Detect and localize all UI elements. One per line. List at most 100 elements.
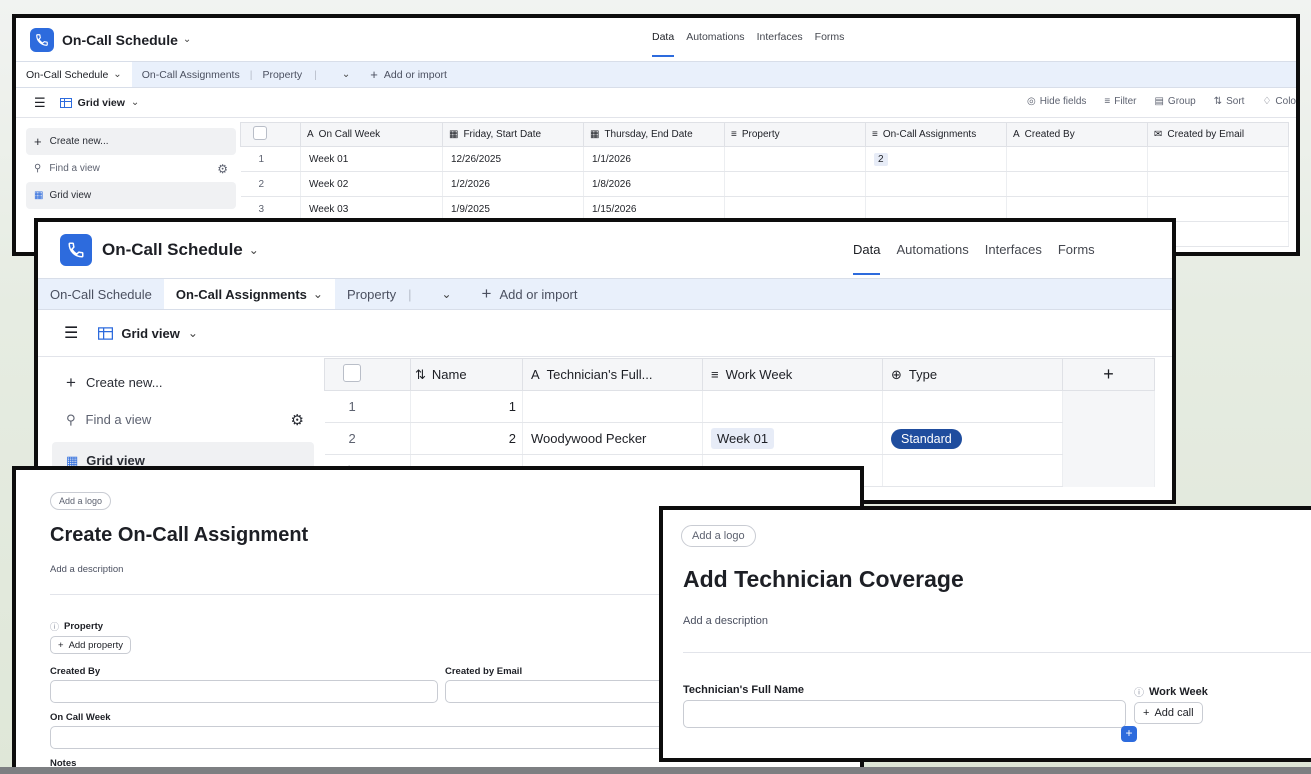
cell-assignments[interactable] bbox=[865, 171, 1007, 197]
find-view-input[interactable]: ⚲ Find a view ⚙ bbox=[26, 155, 236, 182]
tab-on-call-assignments[interactable]: On-Call Assignments bbox=[132, 62, 250, 87]
cell-property[interactable] bbox=[724, 146, 866, 172]
add-property-button[interactable]: + Add property bbox=[50, 636, 131, 654]
column-header[interactable]: A On Call Week bbox=[300, 122, 443, 147]
cell-name[interactable]: 2 bbox=[410, 422, 523, 455]
nav-automations[interactable]: Automations bbox=[686, 31, 744, 43]
created-by-input[interactable] bbox=[50, 680, 438, 703]
cell-type[interactable]: Standard bbox=[882, 422, 1063, 455]
add-field-handle-icon[interactable]: + bbox=[1121, 726, 1137, 742]
linked-record-count[interactable]: 2 bbox=[874, 152, 888, 166]
chevron-down-icon[interactable]: ⌄ bbox=[188, 326, 198, 340]
add-call-button[interactable]: + Add call bbox=[1134, 702, 1203, 724]
chevron-down-icon[interactable]: ⌄ bbox=[131, 97, 139, 108]
form-description[interactable]: Add a description bbox=[683, 615, 768, 627]
create-new-button[interactable]: + Create new... bbox=[52, 364, 314, 401]
column-header[interactable]: ≡ On-Call Assignments bbox=[865, 122, 1007, 147]
column-header[interactable]: A Technician's Full... bbox=[522, 358, 703, 391]
tab-property[interactable]: Property | bbox=[335, 279, 424, 309]
cell-week[interactable] bbox=[702, 390, 883, 423]
group-button[interactable]: ▤ Group bbox=[1154, 96, 1195, 107]
table-row[interactable]: 1 Week 01 12/26/2025 1/1/2026 2 bbox=[240, 146, 1289, 172]
sort-button[interactable]: ⇅ Sort bbox=[1214, 96, 1245, 107]
cell-tech[interactable] bbox=[522, 390, 703, 423]
column-header[interactable]: ▦ Friday, Start Date bbox=[442, 122, 584, 147]
linked-record-chip[interactable]: Week 01 bbox=[711, 428, 775, 449]
column-header[interactable]: ⇅ Name bbox=[410, 358, 523, 391]
column-header[interactable]: ✉ Created by Email bbox=[1147, 122, 1289, 147]
chevron-down-icon[interactable]: ⌄ bbox=[113, 69, 121, 80]
form-description[interactable]: Add a description bbox=[50, 564, 123, 575]
cell-created-by[interactable] bbox=[1006, 171, 1148, 197]
more-tables-button[interactable]: ⌄ bbox=[327, 62, 360, 87]
app-title[interactable]: On-Call Schedule bbox=[62, 32, 178, 48]
nav-data[interactable]: Data bbox=[853, 242, 881, 275]
cell-start[interactable]: 1/2/2026 bbox=[442, 171, 584, 197]
column-header[interactable]: ⊕ Type bbox=[882, 358, 1063, 391]
find-view-input[interactable]: ⚲ Find a view ⚙ bbox=[52, 401, 314, 438]
select-all[interactable] bbox=[240, 122, 301, 147]
chevron-down-icon[interactable]: ⌄ bbox=[183, 34, 191, 45]
cell-created-email[interactable] bbox=[1147, 171, 1289, 197]
cell-end[interactable]: 1/8/2026 bbox=[583, 171, 725, 197]
column-header[interactable]: ▦ Thursday, End Date bbox=[583, 122, 725, 147]
tab-property[interactable]: Property | bbox=[252, 62, 326, 87]
form-title[interactable]: Create On-Call Assignment bbox=[50, 524, 308, 547]
hamburger-icon[interactable]: ☰ bbox=[64, 323, 78, 343]
column-header[interactable]: ≡ Work Week bbox=[702, 358, 883, 391]
view-name[interactable]: Grid view bbox=[78, 97, 125, 109]
form-title[interactable]: Add Technician Coverage bbox=[683, 566, 964, 593]
table-row[interactable]: 2 2 Woodywood Pecker Week 01 Standard bbox=[324, 422, 1155, 455]
add-logo-button[interactable]: Add a logo bbox=[50, 492, 112, 510]
nav-data[interactable]: Data bbox=[652, 31, 675, 57]
cell-name[interactable]: 1 bbox=[410, 390, 523, 423]
cell-property[interactable] bbox=[724, 171, 866, 197]
more-tables-button[interactable]: ⌄ bbox=[423, 279, 463, 309]
nav-automations[interactable]: Automations bbox=[896, 242, 968, 257]
nav-forms[interactable]: Forms bbox=[815, 31, 845, 43]
cell-created-email[interactable] bbox=[1147, 146, 1289, 172]
bottom-scrollbar[interactable] bbox=[0, 767, 1311, 774]
add-logo-button[interactable]: Add a logo bbox=[681, 525, 756, 547]
cell-week[interactable]: Week 02 bbox=[300, 171, 443, 197]
color-button[interactable]: ♢ Colo bbox=[1262, 96, 1296, 107]
tech-name-input[interactable] bbox=[683, 700, 1126, 728]
phone-logo-icon[interactable] bbox=[30, 27, 54, 52]
gear-icon[interactable]: ⚙ bbox=[217, 162, 228, 176]
cell-assignments[interactable]: 2 bbox=[865, 146, 1007, 172]
cell-created-by[interactable] bbox=[1006, 146, 1148, 172]
nav-forms[interactable]: Forms bbox=[1058, 242, 1095, 257]
column-header[interactable]: ≡ Property bbox=[724, 122, 866, 147]
hamburger-icon[interactable]: ☰ bbox=[34, 95, 46, 111]
filter-button[interactable]: ≡ Filter bbox=[1104, 96, 1136, 107]
chevron-down-icon[interactable]: ⌄ bbox=[249, 243, 259, 257]
cell-tech[interactable]: Woodywood Pecker bbox=[522, 422, 703, 455]
status-badge[interactable]: Standard bbox=[891, 428, 962, 449]
column-header[interactable]: A Created By bbox=[1006, 122, 1148, 147]
chevron-down-icon[interactable]: ⌄ bbox=[313, 287, 323, 301]
view-name[interactable]: Grid view bbox=[121, 326, 180, 341]
cell-week[interactable]: Week 01 bbox=[300, 146, 443, 172]
cell-week[interactable]: Week 01 bbox=[702, 422, 883, 455]
create-new-button[interactable]: + Create new... bbox=[26, 128, 236, 155]
add-field-button[interactable]: + bbox=[1062, 358, 1155, 391]
add-or-import-button[interactable]: + Add or import bbox=[360, 62, 457, 87]
select-all-checkbox[interactable] bbox=[343, 364, 361, 382]
phone-logo-icon[interactable] bbox=[60, 234, 92, 266]
on-call-week-input[interactable] bbox=[50, 726, 750, 749]
table-row[interactable]: 1 1 bbox=[324, 390, 1155, 423]
nav-interfaces[interactable]: Interfaces bbox=[757, 31, 803, 43]
sidebar-item-grid-view[interactable]: ▦ Grid view bbox=[26, 182, 236, 209]
cell-type[interactable] bbox=[882, 390, 1063, 423]
select-all[interactable] bbox=[324, 358, 411, 391]
cell-end[interactable]: 1/1/2026 bbox=[583, 146, 725, 172]
select-all-checkbox[interactable] bbox=[253, 126, 267, 140]
tab-on-call-assignments[interactable]: On-Call Assignments ⌄ bbox=[163, 279, 335, 309]
add-or-import-button[interactable]: + Add or import bbox=[470, 279, 590, 309]
tab-on-call-schedule[interactable]: On-Call Schedule ⌄ bbox=[16, 62, 132, 87]
tab-on-call-schedule[interactable]: On-Call Schedule bbox=[38, 279, 164, 309]
hide-fields-button[interactable]: ◎ Hide fields bbox=[1027, 96, 1086, 107]
cell-start[interactable]: 12/26/2025 bbox=[442, 146, 584, 172]
nav-interfaces[interactable]: Interfaces bbox=[985, 242, 1042, 257]
gear-icon[interactable]: ⚙ bbox=[291, 411, 304, 429]
